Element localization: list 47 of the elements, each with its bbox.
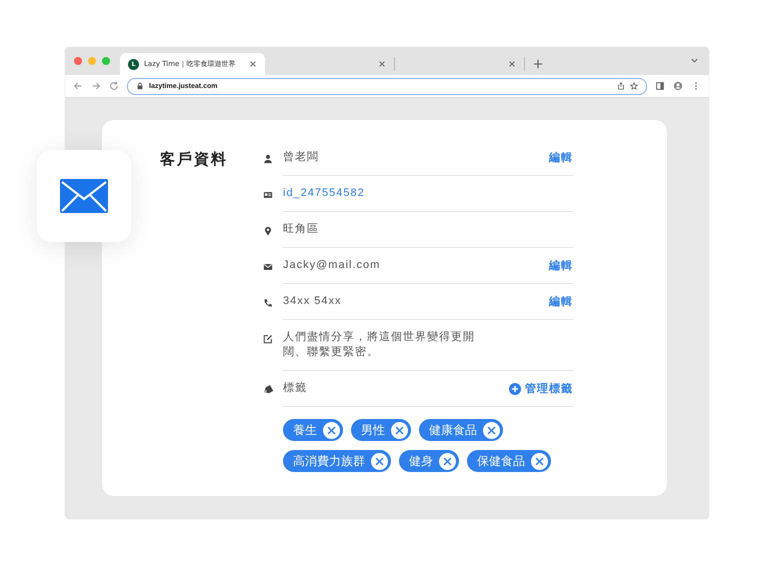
- remove-icon[interactable]: [483, 422, 500, 438]
- tag-chip[interactable]: 保健食品: [467, 450, 551, 472]
- phone-icon: [263, 298, 273, 308]
- close-icon[interactable]: [378, 60, 386, 68]
- forward-icon[interactable]: [91, 81, 101, 91]
- field-value: 34xx 54xx: [283, 294, 342, 309]
- envelope-icon: [263, 262, 273, 272]
- tag-chip[interactable]: 健身: [399, 450, 459, 472]
- manage-tags-link[interactable]: 管理標籤: [509, 381, 573, 396]
- person-icon: [263, 154, 273, 164]
- lock-icon: [136, 82, 144, 90]
- plus-icon: [509, 382, 521, 394]
- back-icon[interactable]: [73, 81, 83, 91]
- field-value: 曾老闆: [283, 150, 319, 165]
- field-value: id_247554582: [283, 186, 365, 201]
- tag-icon: [263, 385, 273, 395]
- new-tab-icon[interactable]: [533, 59, 543, 69]
- close-window-button[interactable]: [74, 57, 82, 65]
- tag-chip[interactable]: 男性: [351, 419, 411, 441]
- envelope-icon: [60, 179, 108, 213]
- reload-icon[interactable]: [109, 81, 119, 91]
- bio-text: 人們盡情分享，將這個世界變得更開闊、聯繫更緊密。: [283, 330, 476, 360]
- share-icon[interactable]: [617, 82, 625, 90]
- sidebar-icon[interactable]: [655, 81, 665, 91]
- remove-icon[interactable]: [391, 422, 408, 438]
- star-icon[interactable]: [630, 82, 638, 90]
- edit-link[interactable]: 編輯: [549, 258, 573, 273]
- edit-link[interactable]: 編輯: [549, 294, 573, 309]
- close-icon[interactable]: [249, 60, 257, 68]
- close-icon[interactable]: [508, 60, 516, 68]
- tag-chip[interactable]: 健康食品: [419, 419, 503, 441]
- edit-icon: [263, 334, 273, 344]
- edit-link[interactable]: 編輯: [549, 150, 573, 165]
- tag-chip[interactable]: 養生: [283, 419, 343, 441]
- field-value: 旺角區: [283, 222, 319, 237]
- remove-icon[interactable]: [531, 452, 548, 470]
- profile-icon[interactable]: [673, 81, 683, 91]
- id-card-icon: [263, 190, 273, 200]
- remove-icon[interactable]: [439, 452, 456, 470]
- tag-chip[interactable]: 高消費力族群: [283, 450, 391, 472]
- field-value: Jacky@mail.com: [283, 258, 380, 273]
- location-pin-icon: [263, 226, 273, 236]
- card-title: 客戶資料: [160, 150, 229, 170]
- chevron-down-icon[interactable]: [690, 56, 699, 65]
- field-value: 標籤: [283, 381, 307, 396]
- remove-icon[interactable]: [323, 422, 340, 438]
- remove-icon[interactable]: [371, 452, 388, 470]
